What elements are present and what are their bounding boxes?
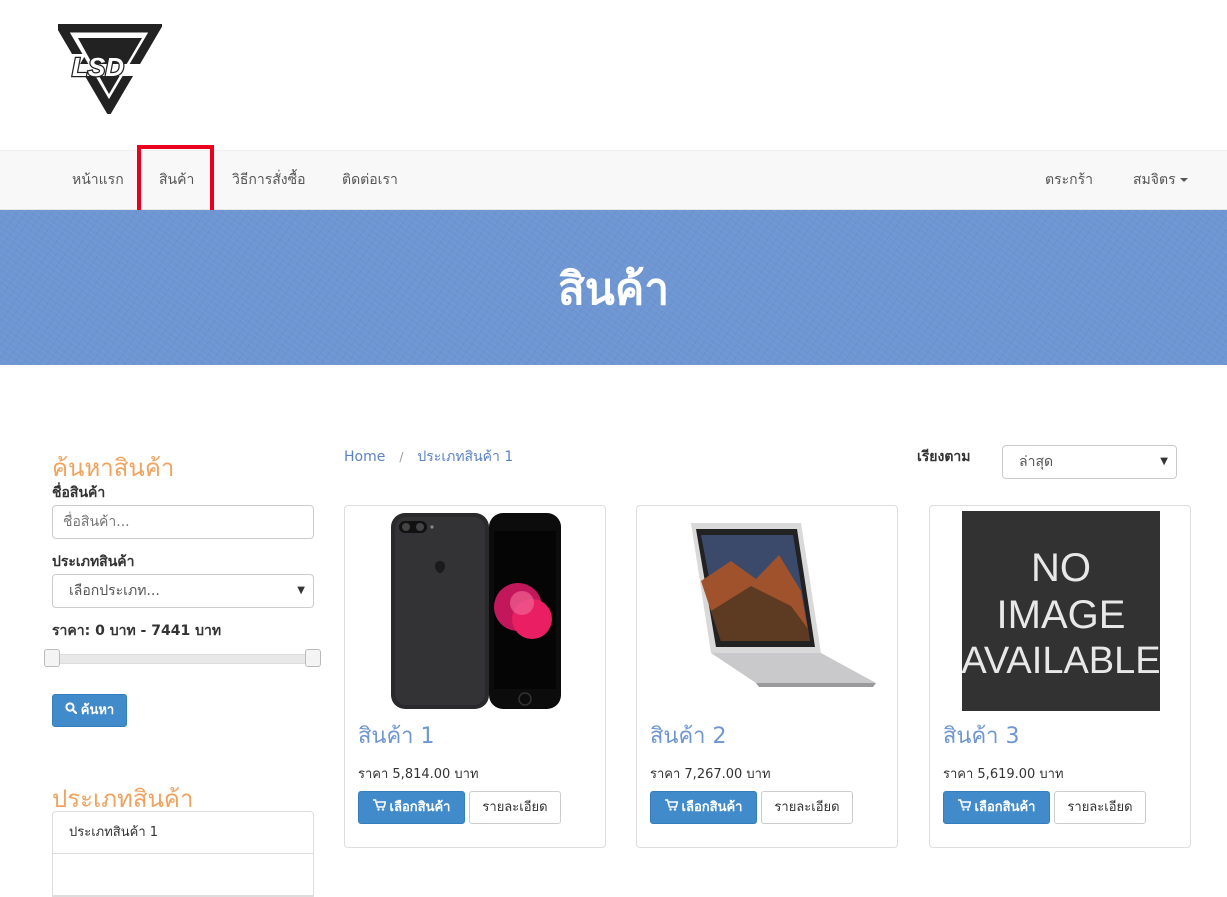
add-to-cart-button[interactable]: เลือกสินค้า xyxy=(943,791,1050,824)
search-icon xyxy=(65,695,77,726)
logo[interactable]: LSD xyxy=(54,23,164,117)
member-label: สมจิตร xyxy=(1133,172,1176,188)
product-card: NO IMAGE AVAILABLE สินค้า 3 ราคา 5,619.0… xyxy=(929,505,1191,848)
price-slider-min-handle[interactable] xyxy=(44,649,60,667)
add-to-cart-button[interactable]: เลือกสินค้า xyxy=(358,791,465,824)
product-name[interactable]: สินค้า 3 xyxy=(943,718,1020,753)
cart-icon xyxy=(372,792,387,823)
product-detail-button[interactable]: รายละเอียด xyxy=(1054,791,1146,824)
banner-title: สินค้า xyxy=(557,264,670,315)
page-banner: สินค้า xyxy=(0,210,1227,365)
breadcrumb-home[interactable]: Home xyxy=(344,449,385,465)
add-to-cart-label: เลือกสินค้า xyxy=(974,800,1036,815)
product-name[interactable]: สินค้า 2 xyxy=(650,718,727,753)
select-arrow-icon: ▼ xyxy=(1160,456,1168,467)
breadcrumb-separator: / xyxy=(399,450,404,464)
iphone-image[interactable] xyxy=(391,511,561,711)
add-to-cart-label: เลือกสินค้า xyxy=(389,800,451,815)
category-item[interactable]: ประเภทสินค้า 1 xyxy=(53,812,313,854)
sort-selected: ล่าสุด xyxy=(1019,454,1054,470)
product-type-label: ประเภทสินค้า xyxy=(52,554,135,570)
price-slider-track[interactable] xyxy=(48,654,318,664)
nav-item-cart[interactable]: ตระกร้า xyxy=(1045,151,1093,209)
cart-icon xyxy=(664,792,679,823)
select-arrow-icon: ▼ xyxy=(297,585,305,596)
main-navbar: หน้าแรก สินค้า วิธีการสั่งซื้อ ติดต่อเรา… xyxy=(0,145,1227,214)
search-button-label: ค้นหา xyxy=(80,703,115,718)
nav-item-how-to-order[interactable]: วิธีการสั่งซื้อ xyxy=(232,151,306,209)
breadcrumb: Home / ประเภทสินค้า 1 xyxy=(344,446,513,468)
product-name-label: ชื่อสินค้า xyxy=(52,485,106,501)
caret-down-icon xyxy=(1179,178,1188,182)
macbook-image[interactable] xyxy=(683,511,876,711)
sort-select[interactable]: ล่าสุด ▼ xyxy=(1002,445,1177,479)
search-button[interactable]: ค้นหา xyxy=(52,694,127,727)
no-image-text-line: AVAILABLE xyxy=(962,640,1160,682)
product-detail-button[interactable]: รายละเอียด xyxy=(761,791,853,824)
product-card: สินค้า 1 ราคา 5,814.00 บาท เลือกสินค้า ร… xyxy=(344,505,606,848)
product-name-input[interactable] xyxy=(52,505,314,539)
no-image-text-line: NO xyxy=(1031,546,1091,590)
category-list: ประเภทสินค้า 1 xyxy=(52,811,314,897)
no-image-placeholder[interactable]: NO IMAGE AVAILABLE xyxy=(961,511,1161,711)
add-to-cart-label: เลือกสินค้า xyxy=(681,800,743,815)
product-price: ราคา 5,814.00 บาท xyxy=(358,767,479,782)
nav-item-member-dropdown[interactable]: สมจิตร xyxy=(1133,151,1188,209)
product-detail-button[interactable]: รายละเอียด xyxy=(469,791,561,824)
nav-item-contact[interactable]: ติดต่อเรา xyxy=(342,151,398,209)
breadcrumb-current[interactable]: ประเภทสินค้า 1 xyxy=(417,449,513,465)
price-range-label: ราคา: 0 บาท - 7441 บาท xyxy=(52,623,222,639)
sort-label: เรียงตาม xyxy=(917,449,971,465)
product-type-selected: เลือกประเภท... xyxy=(69,583,160,599)
site-header: LSD xyxy=(0,0,1227,150)
highlight-box xyxy=(137,145,214,214)
product-type-select[interactable]: เลือกประเภท... ▼ xyxy=(52,574,314,608)
add-to-cart-button[interactable]: เลือกสินค้า xyxy=(650,791,757,824)
price-slider-max-handle[interactable] xyxy=(305,649,321,667)
product-name[interactable]: สินค้า 1 xyxy=(358,718,435,753)
svg-text:LSD: LSD xyxy=(72,52,124,82)
category-item-next xyxy=(53,854,313,896)
product-price: ราคา 7,267.00 บาท xyxy=(650,767,771,782)
product-price: ราคา 5,619.00 บาท xyxy=(943,767,1064,782)
no-image-text-line: IMAGE xyxy=(997,593,1126,637)
nav-item-home[interactable]: หน้าแรก xyxy=(72,151,124,209)
cart-icon xyxy=(957,792,972,823)
product-card: สินค้า 2 ราคา 7,267.00 บาท เลือกสินค้า ร… xyxy=(636,505,898,848)
